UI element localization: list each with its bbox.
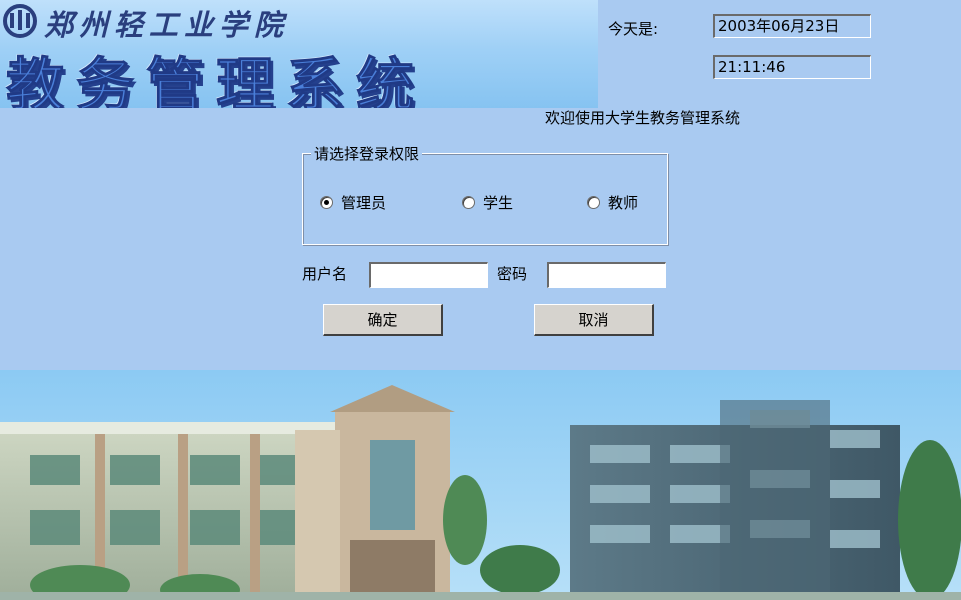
radio-teacher[interactable] [587, 196, 600, 209]
role-option-student[interactable]: 学生 [462, 192, 513, 213]
password-input[interactable] [547, 262, 666, 288]
username-input[interactable] [369, 262, 488, 288]
welcome-message: 欢迎使用大学生教务管理系统 [545, 109, 741, 127]
time-display: 21:11:46 [713, 55, 871, 79]
ok-button[interactable]: 确定 [323, 304, 443, 336]
cancel-button[interactable]: 取消 [534, 304, 654, 336]
header-banner: 郑州轻工业学院 教务管理系统 [0, 0, 598, 108]
date-display: 2003年06月23日 [713, 14, 871, 38]
today-label: 今天是: [608, 20, 659, 38]
system-title: 教务管理系统 [5, 51, 427, 109]
campus-illustration [0, 370, 961, 600]
radio-student[interactable] [462, 196, 475, 209]
role-option-teacher-label: 教师 [608, 194, 639, 212]
role-group-legend: 请选择登录权限 [311, 143, 423, 164]
school-logo-icon [3, 4, 37, 38]
campus-buildings-image [0, 370, 961, 600]
role-option-admin-label: 管理员 [341, 194, 387, 212]
role-option-teacher[interactable]: 教师 [587, 192, 638, 213]
role-option-student-label: 学生 [483, 194, 514, 212]
radio-admin[interactable] [320, 196, 333, 209]
role-option-admin[interactable]: 管理员 [320, 192, 386, 213]
login-role-group: 请选择登录权限 管理员 学生 教师 [302, 143, 668, 245]
password-label: 密码 [497, 265, 528, 283]
username-label: 用户名 [302, 265, 348, 283]
